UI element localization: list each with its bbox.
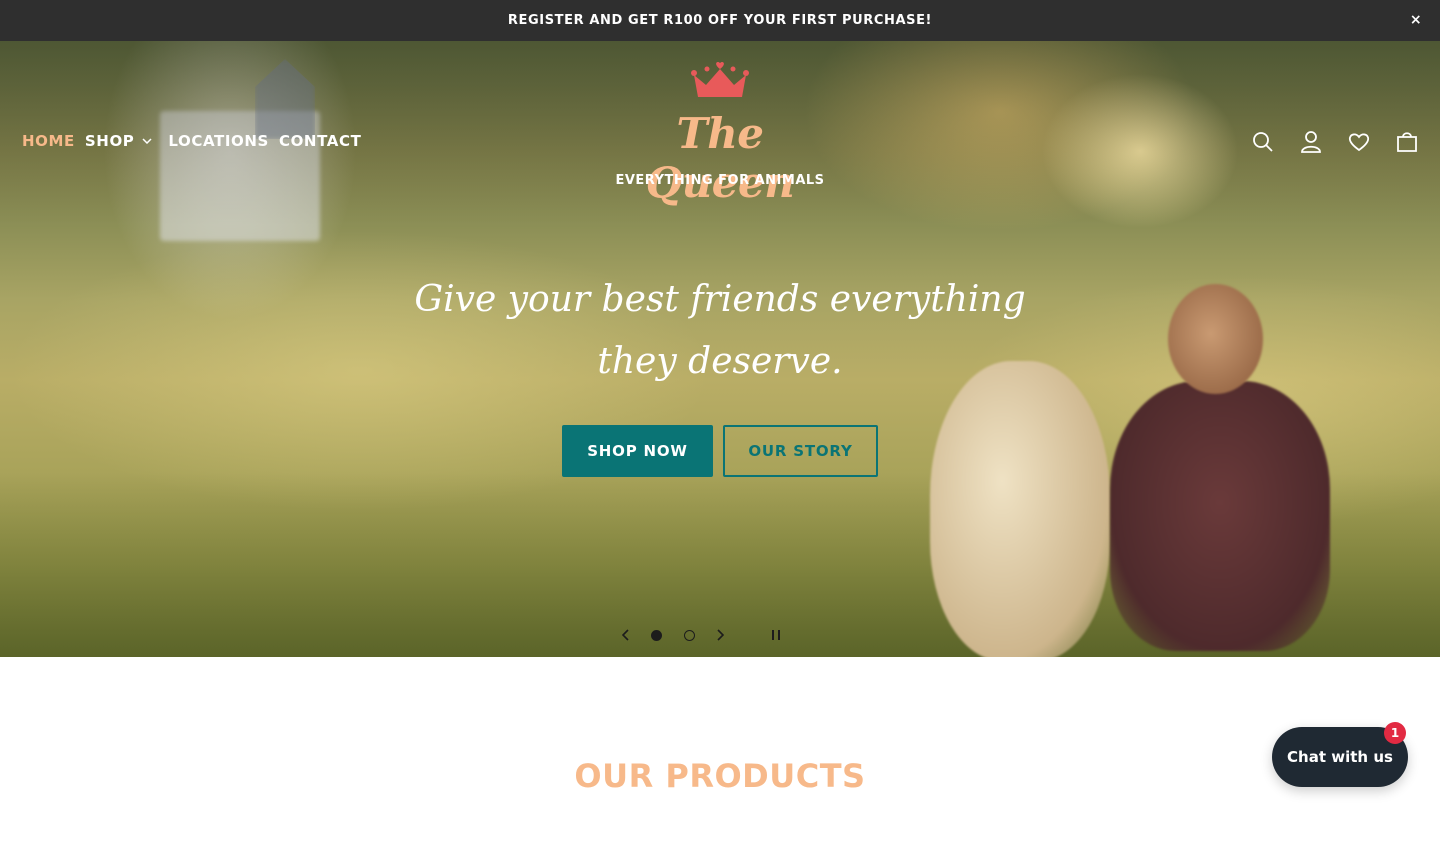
hero-headline: Give your best friends everything they d… [414,279,1026,382]
search-icon[interactable] [1250,128,1276,156]
slideshow-controls [612,623,832,647]
slide-dot-2[interactable] [684,629,695,641]
site-logo[interactable]: The Queen EVERYTHING FOR ANIMALS [600,61,840,211]
our-story-button[interactable]: OUR STORY [723,425,878,477]
chevron-right-icon[interactable] [706,623,734,647]
close-icon[interactable]: × [1406,10,1426,30]
logo-name: The Queen [645,109,795,207]
nav-item-locations[interactable]: LOCATIONS [168,132,269,150]
account-icon[interactable] [1298,128,1324,156]
shop-now-button[interactable]: SHOP NOW [562,425,713,477]
section-title-our-products: OUR PRODUCTS [574,757,866,795]
chat-label: Chat with us [1287,748,1393,766]
announcement-bar: REGISTER AND GET R100 OFF YOUR FIRST PUR… [0,0,1440,41]
pause-icon[interactable] [764,623,788,647]
hero-man-figure [1110,381,1330,651]
hero-man-head [1168,284,1263,394]
chevron-down-icon [142,138,152,144]
cart-icon[interactable] [1394,128,1420,156]
slide-dot-1[interactable] [651,629,662,641]
announcement-text: REGISTER AND GET R100 OFF YOUR FIRST PUR… [507,13,933,28]
hero-dog-figure [930,361,1110,657]
nav-item-shop-label: SHOP [84,132,135,150]
nav-item-home[interactable]: HOME [22,132,75,150]
crown-icon [690,61,750,101]
logo-tagline: EVERYTHING FOR ANIMALS [615,173,825,188]
chevron-left-icon[interactable] [612,623,640,647]
nav-item-contact[interactable]: CONTACT [279,132,361,150]
header-icons [1250,128,1420,156]
main-nav: HOME SHOP LOCATIONS CONTACT [22,132,361,150]
nav-item-shop[interactable]: SHOP [85,132,159,150]
chat-with-us-button[interactable]: Chat with us 1 [1272,722,1408,787]
chat-notification-badge: 1 [1384,722,1406,744]
wishlist-heart-icon[interactable] [1346,128,1372,156]
hero-banner: HOME SHOP LOCATIONS CONTACT The Queen EV… [0,41,1440,657]
